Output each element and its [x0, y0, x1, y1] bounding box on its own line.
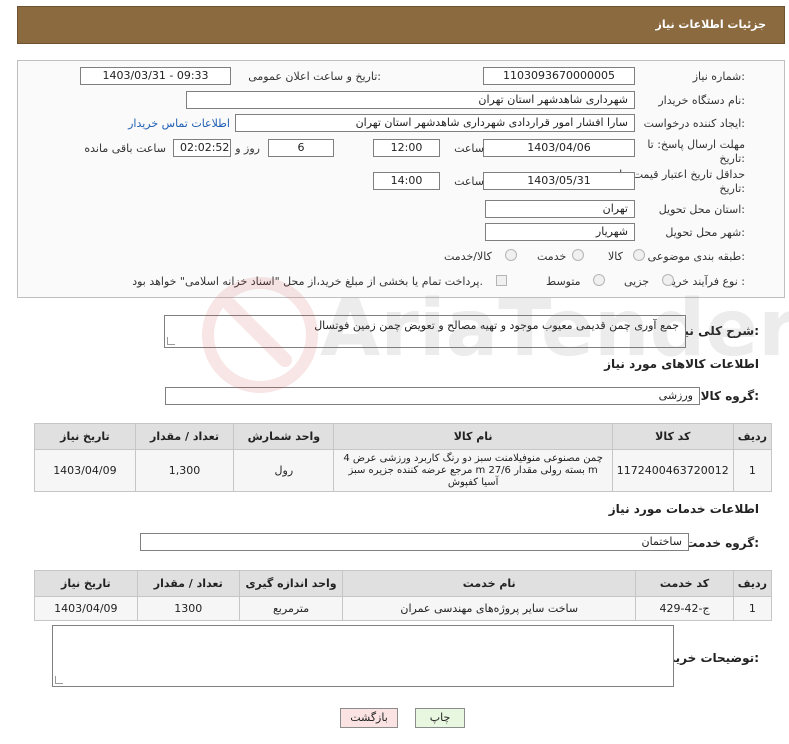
table-row: 1 ج-42-429 ساخت سایر پروژه‌های مهندسی عم… — [34, 596, 773, 621]
services-cell-row: 1 — [732, 596, 773, 621]
services-col-code: کد خدمت — [635, 570, 734, 597]
price-validity-time-field: 14:00 — [373, 172, 440, 190]
buyer-contact-link[interactable]: اطلاعات تماس خریدار — [128, 117, 230, 130]
services-col-qty: تعداد / مقدار — [136, 570, 240, 597]
buyer-org-field: شهرداری شاهدشهر استان تهران — [186, 91, 635, 109]
print-button[interactable]: چاپ — [415, 708, 465, 728]
services-cell-date: 1403/04/09 — [34, 596, 138, 621]
goods-col-date: تاریخ نیاز — [34, 423, 136, 450]
services-col-name: نام خدمت — [342, 570, 637, 597]
services-col-date: تاریخ نیاز — [34, 570, 138, 597]
goods-cell-row: 1 — [732, 449, 773, 492]
delivery-city-field: شهریار — [485, 223, 635, 241]
reply-deadline-time-field: 12:00 — [373, 139, 440, 157]
remaining-time-field: 02:02:52 — [173, 139, 231, 157]
price-validity-date-field: 1403/05/31 — [483, 172, 635, 190]
days-label: روز و — [235, 142, 260, 155]
services-cell-code: ج-42-429 — [635, 596, 734, 621]
table-row: 1 1172400463720012 چمن مصنوعی منوفیلامنت… — [34, 449, 773, 492]
services-col-row: ردیف — [732, 570, 773, 597]
goods-cell-qty: 1,300 — [134, 449, 235, 492]
remaining-days-field: 6 — [268, 139, 334, 157]
announce-datetime-label: تاریخ و ساعت اعلان عمومی: — [248, 70, 381, 83]
delivery-province-label: استان محل تحویل: — [658, 203, 745, 216]
category-goods-service-radio[interactable] — [505, 248, 517, 261]
goods-col-code: کد کالا — [611, 423, 734, 450]
price-validity-time-label: ساعت — [454, 175, 484, 188]
resize-grip-icon[interactable] — [167, 337, 175, 345]
goods-section-title: اطلاعات کالاهای مورد نیاز — [604, 357, 759, 371]
delivery-province-field: تهران — [485, 200, 635, 218]
treasury-payment-note: پرداخت تمام یا بخشی از مبلغ خرید،از محل … — [132, 275, 483, 288]
treasury-payment-checkbox[interactable] — [496, 273, 507, 286]
process-type-label: نوع فرآیند خرید : — [667, 275, 745, 288]
need-number-field: 1103093670000005 — [483, 67, 635, 85]
requester-label: ایجاد کننده درخواست: — [643, 117, 745, 130]
description-text: جمع آوری چمن قدیمی معیوب موجود و تهیه مص… — [314, 319, 679, 332]
resize-grip-icon[interactable] — [55, 676, 63, 684]
category-service-radio[interactable] — [572, 248, 584, 261]
services-cell-unit: مترمربع — [238, 596, 344, 621]
services-group-label: گروه خدمت: — [685, 536, 759, 550]
goods-cell-unit: رول — [233, 449, 335, 492]
back-button[interactable]: بازگشت — [340, 708, 398, 728]
goods-col-unit: واحد شمارش — [233, 423, 335, 450]
reply-deadline-label: مهلت ارسال پاسخ: تا تاریخ: — [647, 138, 745, 165]
goods-col-row: ردیف — [732, 423, 773, 450]
announce-datetime-field: 1403/03/31 - 09:33 — [80, 67, 231, 85]
services-cell-qty: 1300 — [136, 596, 240, 621]
buyer-org-label: نام دستگاه خریدار: — [658, 94, 745, 107]
goods-group-label: گروه کالا: — [700, 389, 759, 403]
description-textarea[interactable]: جمع آوری چمن قدیمی معیوب موجود و تهیه مص… — [164, 315, 686, 348]
process-medium-radio[interactable] — [593, 273, 605, 286]
goods-col-name: نام کالا — [333, 423, 613, 450]
need-number-label: شماره نیاز: — [692, 70, 745, 83]
buyer-notes-textarea[interactable] — [52, 625, 674, 687]
process-minor-radio[interactable] — [662, 273, 674, 286]
category-label: طبقه بندی موضوعی: — [647, 250, 745, 263]
category-goods-radio[interactable] — [633, 248, 645, 261]
remaining-time-label: ساعت باقی مانده — [84, 142, 166, 155]
process-minor-label: جزیی — [624, 275, 650, 288]
goods-table: ردیف کد کالا نام کالا واحد شمارش تعداد /… — [34, 423, 773, 492]
services-cell-name: ساخت سایر پروژه‌های مهندسی عمران — [342, 596, 637, 621]
goods-cell-code: 1172400463720012 — [611, 449, 734, 492]
delivery-city-label: شهر محل تحویل: — [665, 226, 745, 239]
process-medium-label: متوسط — [546, 275, 581, 288]
reply-deadline-date-field: 1403/04/06 — [483, 139, 635, 157]
page-title: جزئیات اطلاعات نیاز — [655, 18, 767, 31]
category-goods-label: کالا — [608, 250, 623, 263]
requester-field: سارا افشار امور قراردادی شهرداری شاهدشهر… — [235, 114, 635, 132]
services-group-field: ساختمان — [140, 533, 689, 551]
goods-col-qty: تعداد / مقدار — [134, 423, 235, 450]
category-service-label: خدمت — [537, 250, 567, 263]
reply-time-label: ساعت — [454, 142, 484, 155]
page-header: جزئیات اطلاعات نیاز — [17, 6, 785, 44]
goods-cell-name: چمن مصنوعی منوفیلامنت سبز دو رنگ کاربرد … — [333, 449, 613, 492]
services-table: ردیف کد خدمت نام خدمت واحد اندازه گیری ت… — [34, 570, 773, 621]
goods-cell-date: 1403/04/09 — [34, 449, 136, 492]
services-col-unit: واحد اندازه گیری — [238, 570, 344, 597]
services-section-title: اطلاعات خدمات مورد نیاز — [608, 502, 759, 516]
goods-group-field: ورزشی — [165, 387, 700, 405]
category-goods-service-label: کالا/خدمت — [444, 250, 492, 263]
